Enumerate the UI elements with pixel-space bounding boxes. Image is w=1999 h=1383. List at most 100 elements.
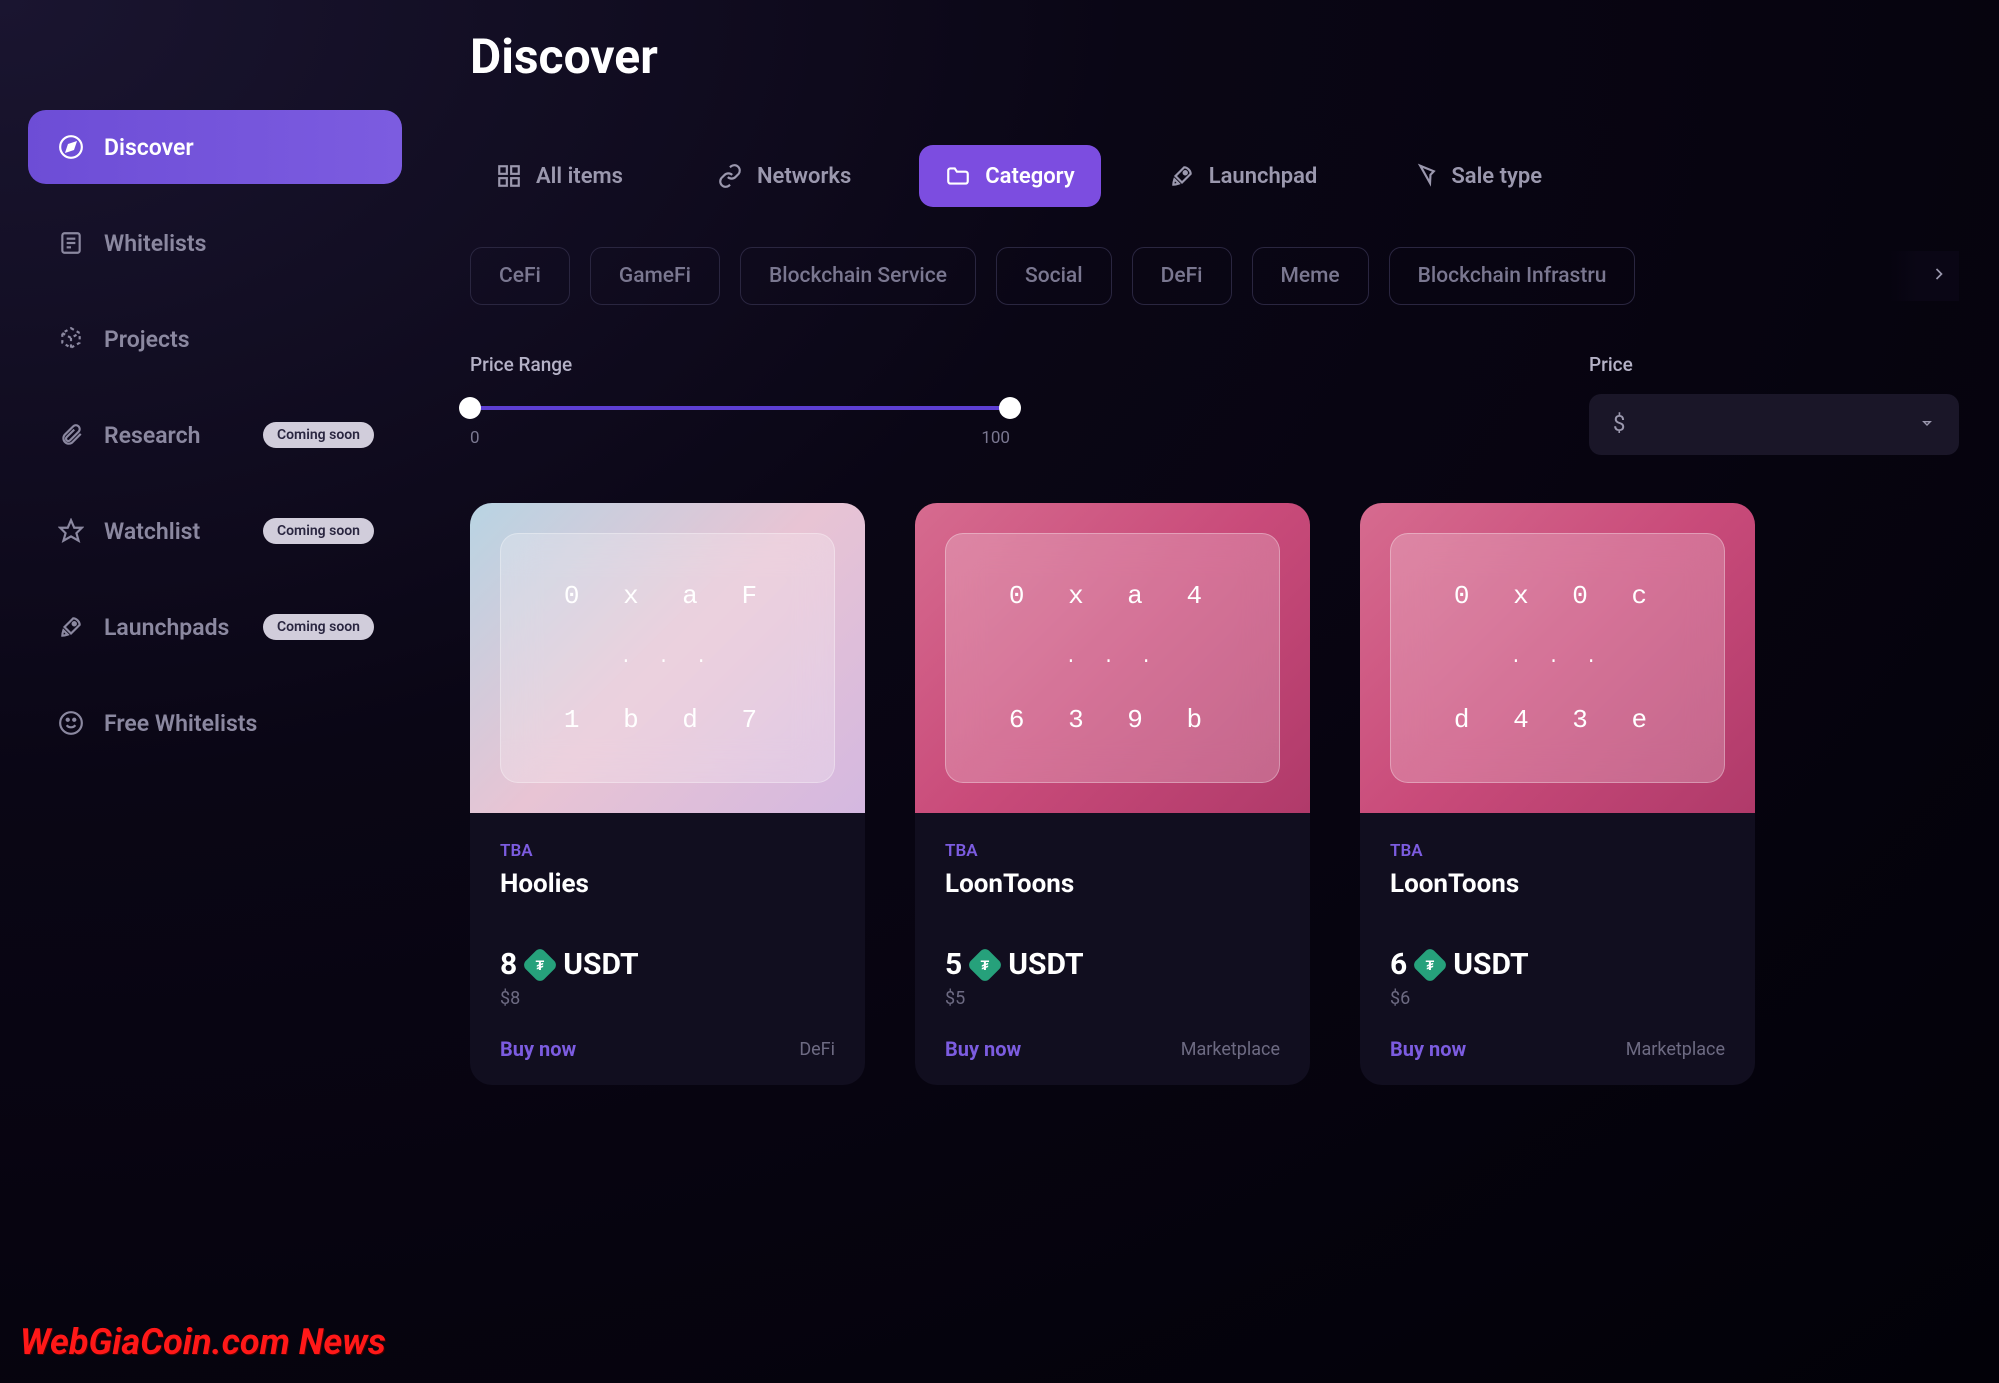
card-image: 0 x a F . . . 1 b d 7 xyxy=(470,503,865,813)
project-card[interactable]: 0 x a 4 . . . 6 3 9 b TBA LoonToons 5 ₮ … xyxy=(915,503,1310,1085)
sidebar-item-projects[interactable]: Projects xyxy=(28,302,402,376)
price-currency-value: $ xyxy=(1613,412,1625,437)
buy-now-button[interactable]: Buy now xyxy=(945,1037,1021,1061)
rocket-icon xyxy=(56,612,86,642)
sidebar-item-label: Discover xyxy=(104,134,194,161)
slider-max-label: 100 xyxy=(981,428,1010,448)
price-range-label: Price Range xyxy=(470,353,1010,376)
sidebar-item-whitelists[interactable]: Whitelists xyxy=(28,206,402,280)
card-name: LoonToons xyxy=(945,869,1280,899)
price-amount: 8 xyxy=(500,947,517,982)
card-name: Hoolies xyxy=(500,869,835,899)
price-select-label: Price xyxy=(1589,353,1959,376)
card-status: TBA xyxy=(1390,841,1725,861)
coming-soon-badge: Coming soon xyxy=(263,422,374,448)
usdt-icon: ₮ xyxy=(522,946,559,983)
usdt-icon: ₮ xyxy=(967,946,1004,983)
price-select-wrap: Price $ xyxy=(1589,353,1959,455)
coming-soon-badge: Coming soon xyxy=(263,614,374,640)
filter-all-items[interactable]: All items xyxy=(470,145,649,207)
caret-down-icon xyxy=(1919,412,1935,437)
rocket-icon xyxy=(1169,163,1195,189)
sidebar-item-label: Free Whitelists xyxy=(104,710,257,737)
card-tag: DeFi xyxy=(799,1039,835,1060)
card-image: 0 x a 4 . . . 6 3 9 b xyxy=(915,503,1310,813)
chip-gamefi[interactable]: GameFi xyxy=(590,247,720,305)
card-status: TBA xyxy=(500,841,835,861)
filter-launchpad[interactable]: Launchpad xyxy=(1143,145,1344,207)
chip-meme[interactable]: Meme xyxy=(1252,247,1369,305)
sidebar-item-watchlist[interactable]: Watchlist Coming soon xyxy=(28,494,402,568)
address-bottom: 6 3 9 b xyxy=(1009,705,1216,735)
slider-min-label: 0 xyxy=(470,428,480,448)
link-icon xyxy=(717,163,743,189)
address-bottom: d 4 3 e xyxy=(1454,705,1661,735)
compass-icon xyxy=(56,132,86,162)
filter-label: All items xyxy=(536,164,623,189)
price-line: 8 ₮ USDT xyxy=(500,947,835,982)
price-range-slider[interactable] xyxy=(470,406,1010,410)
address-top: 0 x a F xyxy=(564,581,771,611)
watermark: WebGiaCoin.com News xyxy=(20,1321,386,1363)
sidebar-item-label: Launchpads xyxy=(104,614,229,641)
price-fiat: $6 xyxy=(1390,988,1725,1009)
address-overlay: 0 x 0 c . . . d 4 3 e xyxy=(1390,533,1725,783)
cube-icon xyxy=(56,324,86,354)
chip-cefi[interactable]: CeFi xyxy=(470,247,570,305)
sidebar: Discover Whitelists Projects Research Co… xyxy=(0,0,430,1383)
filter-sale-type[interactable]: Sale type xyxy=(1385,145,1568,207)
chip-defi[interactable]: DeFi xyxy=(1132,247,1232,305)
list-icon xyxy=(56,228,86,258)
address-overlay: 0 x a 4 . . . 6 3 9 b xyxy=(945,533,1280,783)
smile-icon xyxy=(56,708,86,738)
clip-icon xyxy=(56,420,86,450)
filter-tabs: All items Networks Category Launchpad Sa… xyxy=(470,145,1959,207)
folder-icon xyxy=(945,163,971,189)
chip-blockchain-service[interactable]: Blockchain Service xyxy=(740,247,976,305)
sidebar-item-research[interactable]: Research Coming soon xyxy=(28,398,402,472)
filter-label: Networks xyxy=(757,164,851,189)
star-icon xyxy=(56,516,86,546)
price-currency: USDT xyxy=(1453,947,1528,982)
sidebar-item-label: Projects xyxy=(104,326,190,353)
sidebar-item-discover[interactable]: Discover xyxy=(28,110,402,184)
chips-scroll-right[interactable] xyxy=(1889,251,1959,301)
buy-now-button[interactable]: Buy now xyxy=(1390,1037,1466,1061)
address-dots: . . . xyxy=(620,648,714,668)
filter-label: Sale type xyxy=(1451,164,1542,189)
price-amount: 5 xyxy=(945,947,962,982)
filter-category[interactable]: Category xyxy=(919,145,1100,207)
filter-networks[interactable]: Networks xyxy=(691,145,877,207)
card-image: 0 x 0 c . . . d 4 3 e xyxy=(1360,503,1755,813)
chip-social[interactable]: Social xyxy=(996,247,1112,305)
card-tag: Marketplace xyxy=(1181,1039,1280,1060)
card-name: LoonToons xyxy=(1390,869,1725,899)
price-fiat: $8 xyxy=(500,988,835,1009)
filter-label: Launchpad xyxy=(1209,164,1318,189)
project-card[interactable]: 0 x 0 c . . . d 4 3 e TBA LoonToons 6 ₮ … xyxy=(1360,503,1755,1085)
sidebar-item-label: Watchlist xyxy=(104,518,200,545)
coming-soon-badge: Coming soon xyxy=(263,518,374,544)
sidebar-item-free-whitelists[interactable]: Free Whitelists xyxy=(28,686,402,760)
price-currency: USDT xyxy=(1008,947,1083,982)
cursor-icon xyxy=(1411,163,1437,189)
price-currency-select[interactable]: $ xyxy=(1589,394,1959,455)
slider-thumb-min[interactable] xyxy=(459,397,481,419)
slider-thumb-max[interactable] xyxy=(999,397,1021,419)
address-dots: . . . xyxy=(1510,648,1604,668)
controls-row: Price Range 0 100 Price $ xyxy=(470,353,1959,455)
card-tag: Marketplace xyxy=(1626,1039,1725,1060)
buy-now-button[interactable]: Buy now xyxy=(500,1037,576,1061)
page-title: Discover xyxy=(470,28,1959,85)
address-top: 0 x a 4 xyxy=(1009,581,1216,611)
main-content: Discover All items Networks Category Lau… xyxy=(430,0,1999,1383)
card-status: TBA xyxy=(945,841,1280,861)
sidebar-item-launchpads[interactable]: Launchpads Coming soon xyxy=(28,590,402,664)
project-card[interactable]: 0 x a F . . . 1 b d 7 TBA Hoolies 8 ₮ US… xyxy=(470,503,865,1085)
price-fiat: $5 xyxy=(945,988,1280,1009)
category-chips: CeFi GameFi Blockchain Service Social DeFi Me… xyxy=(470,247,1959,305)
address-overlay: 0 x a F . . . 1 b d 7 xyxy=(500,533,835,783)
address-dots: . . . xyxy=(1065,648,1159,668)
address-bottom: 1 b d 7 xyxy=(564,705,771,735)
chip-blockchain-infrastru[interactable]: Blockchain Infrastru xyxy=(1389,247,1636,305)
